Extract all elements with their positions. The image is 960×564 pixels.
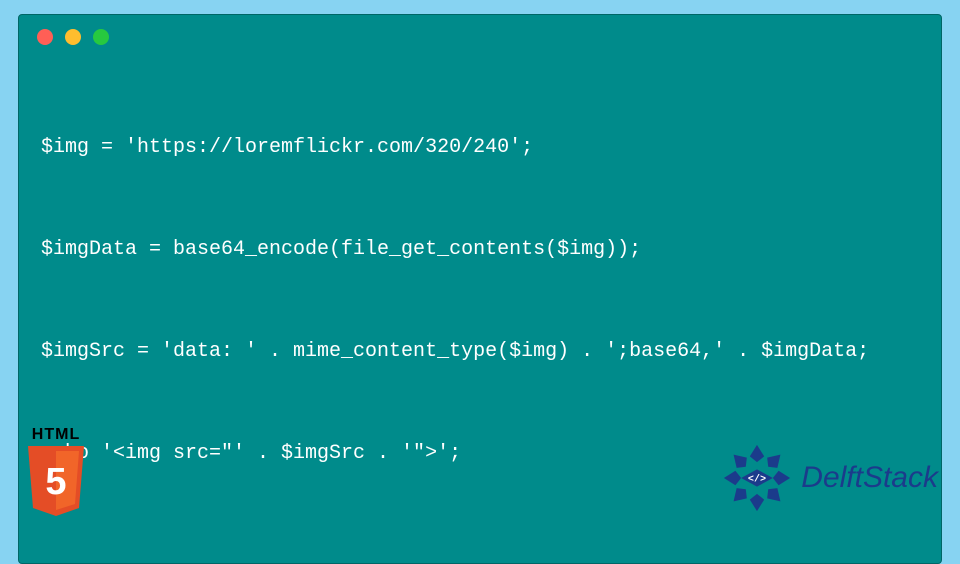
close-icon[interactable] [37,29,53,45]
code-line: $imgData = base64_encode(file_get_conten… [41,233,919,267]
delftstack-text: DelftStack [801,461,938,495]
html5-logo: HTML 5 [20,426,92,522]
code-line: $img = 'https://loremflickr.com/320/240'… [41,131,919,165]
html5-shield-icon: 5 [24,446,88,518]
window-titlebar [19,15,941,55]
delftstack-badge-icon: </> [721,442,793,514]
minimize-icon[interactable] [65,29,81,45]
delftstack-code-glyph: </> [748,474,766,486]
html5-five-text: 5 [45,461,66,503]
delftstack-logo: </> DelftStack [721,442,938,514]
code-line: $imgSrc = 'data: ' . mime_content_type($… [41,335,919,369]
html5-label: HTML [20,426,92,444]
maximize-icon[interactable] [93,29,109,45]
